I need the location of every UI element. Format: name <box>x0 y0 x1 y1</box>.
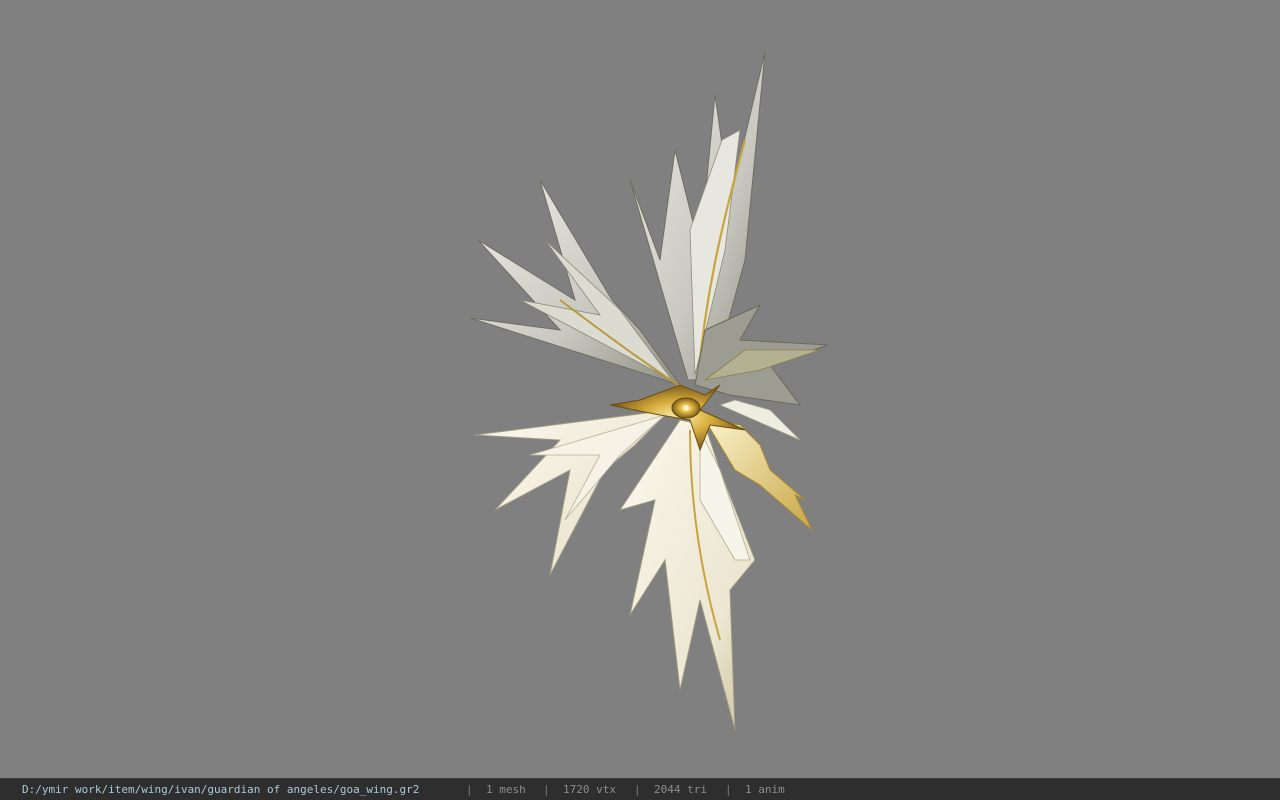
vertex-count: 1720 vtx <box>563 783 616 796</box>
status-bar: D:/ymir work/item/wing/ivan/guardian of … <box>0 778 1280 800</box>
animation-count: 1 anim <box>745 783 785 796</box>
mesh-count: 1 mesh <box>486 783 526 796</box>
separator: | <box>634 783 641 796</box>
separator: | <box>466 783 473 796</box>
separator: | <box>543 783 550 796</box>
3d-viewport[interactable] <box>0 0 1280 778</box>
upper-left-wing <box>469 179 682 387</box>
wing-model <box>469 51 829 731</box>
file-path: D:/ymir work/item/wing/ivan/guardian of … <box>22 783 420 796</box>
triangle-count: 2044 tri <box>654 783 707 796</box>
separator: | <box>725 783 732 796</box>
